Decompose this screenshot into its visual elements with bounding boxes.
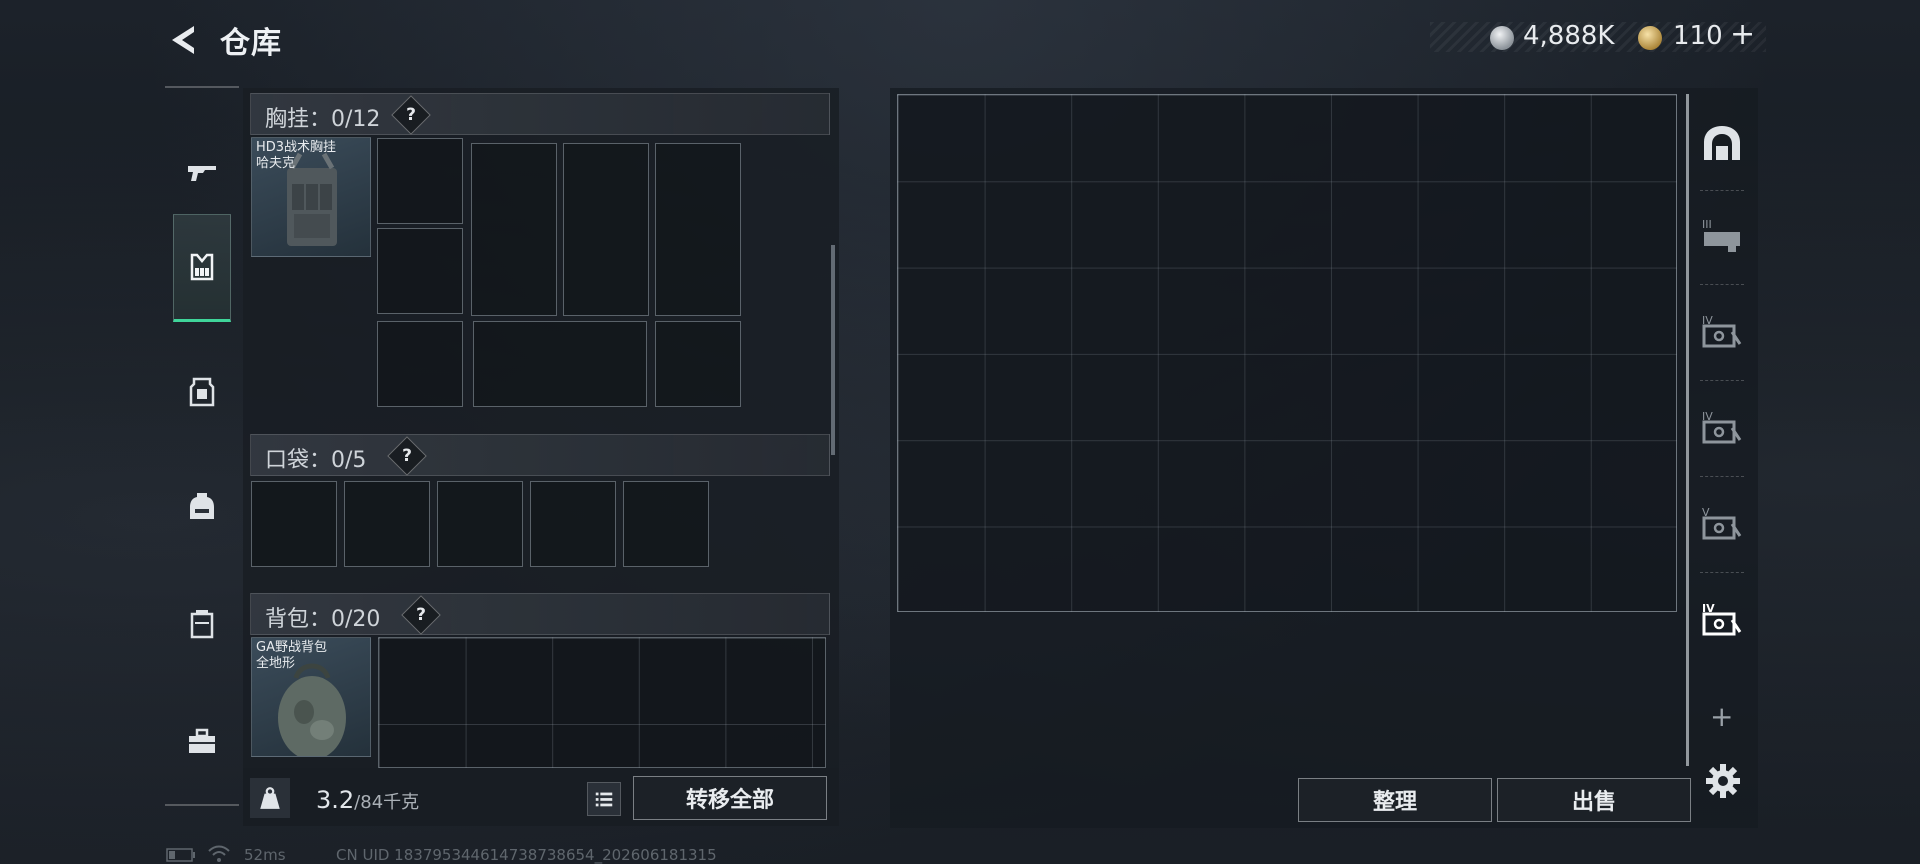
separator [1700,572,1744,573]
armor-icon [189,377,215,407]
category-rail [165,86,239,806]
stash-tab-4a[interactable]: IV [1698,308,1746,356]
pocket-slot[interactable] [437,481,523,567]
list-view-button[interactable] [587,782,621,816]
chest-rig-slot[interactable] [377,228,463,314]
settings-button[interactable] [1704,762,1742,800]
rail-item-chest-rig[interactable] [173,214,231,322]
backpack-help-button[interactable]: ? [401,595,441,635]
pocket-slot[interactable] [344,481,430,567]
separator [1700,380,1744,381]
equipment-scrollbar[interactable] [831,245,835,455]
backpack-item-name: GA野战背包 全地形 [256,640,327,671]
chest-rig-slot[interactable] [655,143,741,316]
sell-button[interactable]: 出售 [1497,778,1691,822]
add-token-button[interactable]: + [1730,17,1755,52]
help-icon: ? [406,105,416,125]
stash-tab-4c-selected[interactable]: IV [1698,596,1746,644]
stash-V-icon: V [1702,506,1742,540]
chest-rig-slot[interactable] [655,321,741,407]
weapon-icon [188,166,216,181]
main-stash-icon [1704,126,1740,160]
stash-tab-main[interactable] [1698,120,1746,168]
help-icon: ? [416,605,426,625]
chest-rig-slot[interactable] [377,321,463,407]
chest-rig-slot[interactable] [377,138,463,224]
backpack-item[interactable]: GA野战背包 全地形 [251,637,371,757]
back-button[interactable] [164,20,204,60]
chest-rig-slot[interactable] [473,321,647,407]
chest-rig-slot[interactable] [563,143,649,316]
rail-item-backpack[interactable] [173,452,231,560]
pockets-header: 口袋：0/5 ? [250,434,830,476]
storage-grid[interactable] [897,94,1677,612]
pockets-help-button[interactable]: ? [387,436,427,476]
add-stash-button[interactable]: + [1710,700,1733,733]
coin-icon [1490,26,1514,50]
chest-rig-item[interactable]: HD3战术胸挂 哈夫克 [251,137,371,257]
pocket-slot[interactable] [623,481,709,567]
chest-rig-slot[interactable] [471,143,557,316]
token-balance: 110 [1673,21,1723,51]
gear-icon [1706,764,1740,798]
chest-rig-item-name: HD3战术胸挂 哈夫克 [256,140,337,171]
separator [1700,476,1744,477]
separator [1700,284,1744,285]
equipment-panel: 胸挂：0/12 ? HD3战术胸挂 哈夫克 口袋：0/5 ? 背包：0/20 ?… [243,88,839,768]
rail-item-weapon[interactable] [173,118,231,226]
sort-button[interactable]: 整理 [1298,778,1492,822]
ping-readout: 52ms [244,846,286,864]
backpack-label: 背包：0/20 [265,607,381,632]
battery-icon [166,848,195,862]
stash-tab-5[interactable]: V [1698,500,1746,548]
back-arrow-icon [172,26,194,54]
uid-readout: CN UID 183795344614738738654_20260618131… [336,846,717,864]
container-icon [190,610,214,639]
weight-readout: 3.2/84千克 [316,786,419,814]
pocket-slot[interactable] [530,481,616,567]
pocket-slot[interactable] [251,481,337,567]
separator [1700,190,1744,191]
chest-rig-icon [190,253,214,281]
page-title: 仓库 [220,26,282,61]
chest-rig-help-button[interactable]: ? [391,95,431,135]
backpack-grid[interactable] [378,637,826,768]
chest-rig-header: 胸挂：0/12 ? [250,93,830,135]
weight-capacity: /84千克 [354,792,420,813]
coin-balance: 4,888K [1523,21,1615,51]
list-icon [595,792,613,807]
backpack-header: 背包：0/20 ? [250,593,830,635]
help-icon: ? [402,446,412,466]
stash-tab-4b[interactable]: IV [1698,404,1746,452]
stash-IV-icon: IV [1702,410,1742,444]
stash-IV-icon: IV [1702,314,1742,348]
storage-scrollbar[interactable] [1686,94,1689,766]
transfer-all-button[interactable]: 转移全部 [633,776,827,820]
rail-item-container[interactable] [173,570,231,678]
token-icon [1638,26,1662,50]
weight-icon [250,778,290,818]
rail-item-toolbox[interactable] [173,688,231,796]
toolbox-icon [189,728,215,753]
stash-IV-icon: IV [1702,602,1742,636]
stash-tab-3[interactable]: III [1698,212,1746,260]
rail-item-armor[interactable] [173,338,231,446]
svg-text:III: III [1702,218,1712,231]
weight-value: 3.2 [316,786,355,814]
stash-III-icon: III [1702,218,1740,252]
pockets-label: 口袋：0/5 [265,448,367,473]
wifi-icon [208,845,230,862]
backpack-icon [190,493,214,519]
chest-rig-label: 胸挂：0/12 [265,107,381,132]
